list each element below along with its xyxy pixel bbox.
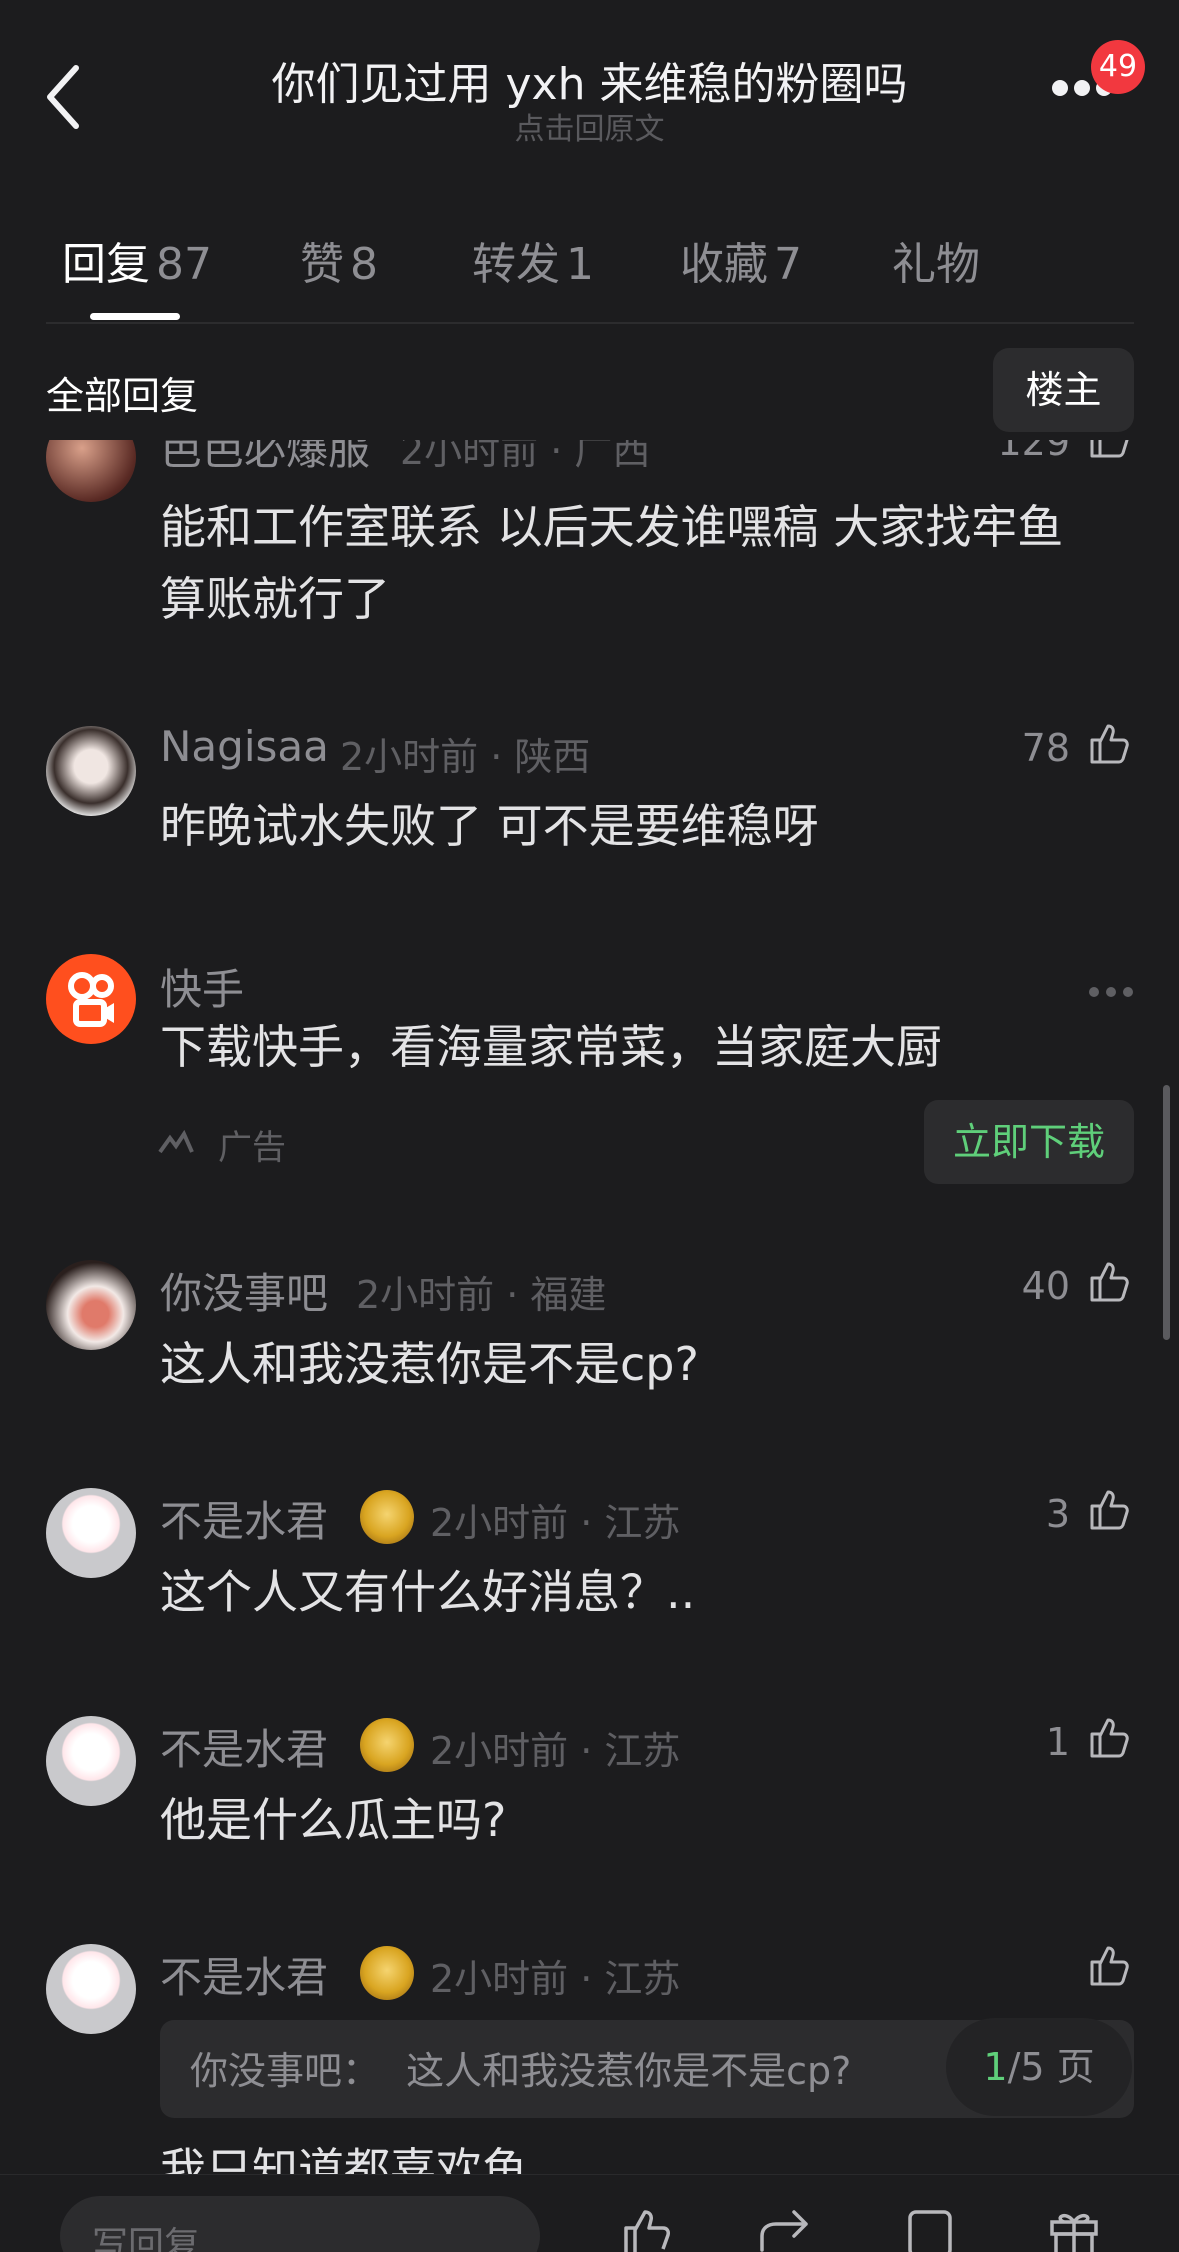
share-icon[interactable]	[756, 2206, 816, 2252]
total-pages: /5 页	[1007, 2045, 1095, 2089]
ad-author[interactable]: 快手	[160, 956, 244, 1017]
comment-text: 这个人又有什么好消息？..	[160, 1565, 696, 1619]
ad-logo-icon	[158, 1130, 194, 1154]
page-indicator[interactable]: 1/5 页	[946, 2018, 1132, 2116]
quoted-author: 你没事吧：	[190, 2049, 381, 2093]
quoted-content: 这人和我没惹你是不是cp?	[406, 2049, 852, 2093]
avatar[interactable]	[46, 1488, 136, 1578]
kuaishou-logo-icon[interactable]	[46, 954, 136, 1044]
scrollbar[interactable]	[1163, 1085, 1170, 1340]
thumbs-up-icon[interactable]	[1086, 1942, 1134, 1990]
like-count: 1	[1045, 1720, 1070, 1764]
ad-tag: 广告	[218, 1128, 286, 1168]
tab-count: 87	[156, 239, 212, 290]
tab-count: 1	[566, 239, 594, 290]
active-tab-indicator	[90, 313, 180, 320]
thumbs-up-icon[interactable]	[1086, 1486, 1134, 1534]
like-count: 129	[997, 440, 1070, 464]
bookmark-icon[interactable]	[900, 2206, 960, 2252]
notification-badge: 49	[1091, 40, 1145, 94]
tab-favorites[interactable]: 收藏 7	[680, 228, 802, 292]
thumbs-up-icon[interactable]	[1086, 440, 1134, 462]
thumbs-up-icon[interactable]	[618, 2206, 678, 2252]
like-count: 3	[1045, 1492, 1070, 1536]
back-to-original-link[interactable]: 点击回原文	[0, 104, 1179, 148]
comment-meta: 2小时前 · 江苏	[430, 1729, 681, 1773]
comment-meta: 2小时前 · 广西	[400, 440, 651, 473]
tab-label: 赞	[300, 239, 344, 290]
comment-meta: 2小时前 · 江苏	[430, 1501, 681, 1545]
thumbs-up-icon[interactable]	[1086, 1258, 1134, 1306]
thumbs-up-icon[interactable]	[1086, 720, 1134, 768]
avatar[interactable]	[46, 440, 136, 502]
comment-meta: 2小时前 · 陕西	[340, 735, 591, 779]
tab-count: 8	[350, 239, 378, 290]
thumbs-up-icon[interactable]	[1086, 1714, 1134, 1762]
tab-label: 收藏	[680, 239, 768, 290]
comment-author[interactable]: 你没事吧	[160, 1260, 328, 1321]
tab-reposts[interactable]: 转发 1	[472, 228, 594, 292]
comment-text: 算账就行了	[160, 572, 390, 626]
more-options-icon[interactable]	[1088, 986, 1134, 998]
comment-text: 能和工作室联系 以后天发谁嘿稿 大家找牢鱼	[160, 500, 1064, 554]
comment-text: 昨晚试水失败了 可不是要维稳呀	[160, 799, 819, 853]
like-count: 40	[1021, 1264, 1070, 1308]
comment-meta: 2小时前 · 福建	[356, 1273, 607, 1317]
comment-text: 他是什么瓜主吗?	[160, 1793, 507, 1847]
ad-text[interactable]: 下载快手，看海量家常菜，当家庭大厨	[160, 1011, 942, 1083]
comment-author[interactable]: 不是水君	[160, 1944, 328, 2005]
comment-text: 我只知道都喜欢鱼	[160, 2143, 528, 2174]
lantern-badge-icon	[360, 1718, 414, 1772]
avatar[interactable]	[46, 1944, 136, 2034]
gift-icon[interactable]	[1044, 2206, 1104, 2252]
comment-author[interactable]: 不是水君	[160, 1488, 328, 1549]
comment-author[interactable]: 不是水君	[160, 1716, 328, 1777]
tab-label: 礼物	[892, 239, 980, 290]
section-title: 全部回复	[46, 374, 199, 418]
like-count: 78	[1021, 726, 1070, 770]
divider	[46, 322, 1134, 324]
current-page: 1	[983, 2045, 1008, 2089]
lantern-badge-icon	[360, 1490, 414, 1544]
avatar[interactable]	[46, 1716, 136, 1806]
tab-label: 回复	[62, 239, 150, 290]
tab-replies[interactable]: 回复 87	[62, 228, 212, 292]
comment-list[interactable]: 芭芭必爆服 2小时前 · 广西 129 能和工作室联系 以后天发谁嘿稿 大家找牢…	[0, 440, 1179, 2174]
tab-gifts[interactable]: 礼物	[892, 228, 980, 292]
reply-input[interactable]: 写回复	[60, 2196, 540, 2252]
lantern-badge-icon	[360, 1946, 414, 2000]
comment-author[interactable]: 芭芭必爆服	[160, 440, 370, 477]
tab-label: 转发	[472, 239, 560, 290]
quoted-reply-text: 你没事吧： 这人和我没惹你是不是cp?	[190, 2040, 851, 2095]
comment-author[interactable]: Nagisaa	[160, 722, 329, 771]
tab-likes[interactable]: 赞8	[300, 228, 378, 292]
avatar[interactable]	[46, 726, 136, 816]
download-button[interactable]: 立即下载	[924, 1100, 1134, 1184]
avatar[interactable]	[46, 1260, 136, 1350]
comment-text: 这人和我没惹你是不是cp?	[160, 1337, 699, 1391]
post-title[interactable]: 你们见过用 yxh 来维稳的粉圈吗	[0, 48, 1179, 112]
tab-count: 7	[774, 239, 802, 290]
comment-meta: 2小时前 · 江苏	[430, 1957, 681, 2001]
owner-filter-button[interactable]: 楼主	[993, 348, 1134, 432]
